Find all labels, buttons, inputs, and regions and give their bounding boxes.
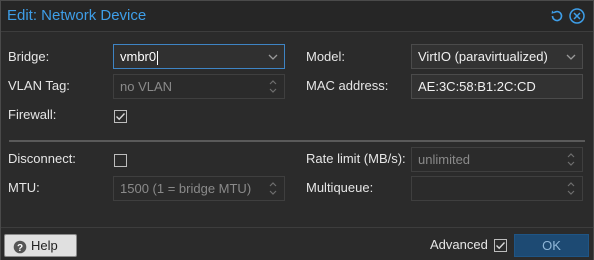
firewall-checkbox[interactable] [114, 110, 127, 123]
bridge-label: Bridge: [8, 49, 50, 64]
help-button[interactable]: ? Help [4, 234, 77, 257]
section-divider [9, 140, 585, 142]
disconnect-checkbox[interactable] [114, 154, 127, 167]
chevron-down-icon[interactable] [560, 45, 582, 68]
advanced-label: Advanced [430, 237, 488, 252]
disconnect-label: Disconnect: [8, 151, 76, 166]
mtu-placeholder: 1500 (1 = bridge MTU) [120, 181, 252, 196]
svg-text:?: ? [17, 243, 23, 254]
network-device-dialog: Edit: Network Device Bridge: vmbr0 VLAN … [0, 0, 594, 260]
mac-address-label: MAC address: [306, 78, 389, 93]
vlan-tag-label: VLAN Tag: [8, 78, 70, 93]
mtu-label: MTU: [8, 180, 40, 195]
vlan-tag-placeholder: no VLAN [120, 79, 173, 94]
close-icon[interactable] [568, 7, 586, 25]
mtu-field[interactable]: 1500 (1 = bridge MTU) [113, 176, 285, 201]
ok-button[interactable]: OK [514, 234, 589, 257]
reset-icon[interactable] [548, 7, 566, 25]
advanced-checkbox[interactable] [494, 239, 507, 252]
vlan-tag-field[interactable]: no VLAN [113, 74, 285, 99]
multiqueue-field[interactable] [411, 176, 583, 201]
spinner-icon[interactable] [560, 177, 582, 200]
chevron-down-icon[interactable] [262, 45, 284, 68]
spinner-icon[interactable] [262, 75, 284, 98]
mac-address-field[interactable]: AE:3C:58:B1:2C:CD [411, 74, 583, 99]
dialog-footer: ? Help Advanced OK [1, 227, 593, 260]
help-icon: ? [13, 239, 27, 254]
multiqueue-label: Multiqueue: [306, 180, 374, 195]
rate-limit-placeholder: unlimited [418, 152, 471, 167]
dialog-title: Edit: Network Device [7, 7, 147, 24]
help-button-label: Help [31, 238, 58, 253]
spinner-icon[interactable] [262, 177, 284, 200]
bridge-value: vmbr0 [120, 49, 157, 64]
model-value: VirtIO (paravirtualized) [418, 49, 548, 64]
dialog-titlebar: Edit: Network Device [1, 1, 593, 32]
mac-address-value: AE:3C:58:B1:2C:CD [418, 79, 536, 94]
rate-limit-label: Rate limit (MB/s): [306, 151, 406, 166]
model-label: Model: [306, 49, 346, 64]
rate-limit-field[interactable]: unlimited [411, 147, 583, 172]
spinner-icon[interactable] [560, 148, 582, 171]
bridge-combobox[interactable]: vmbr0 [113, 44, 285, 69]
firewall-label: Firewall: [8, 107, 57, 122]
model-combobox[interactable]: VirtIO (paravirtualized) [411, 44, 583, 69]
